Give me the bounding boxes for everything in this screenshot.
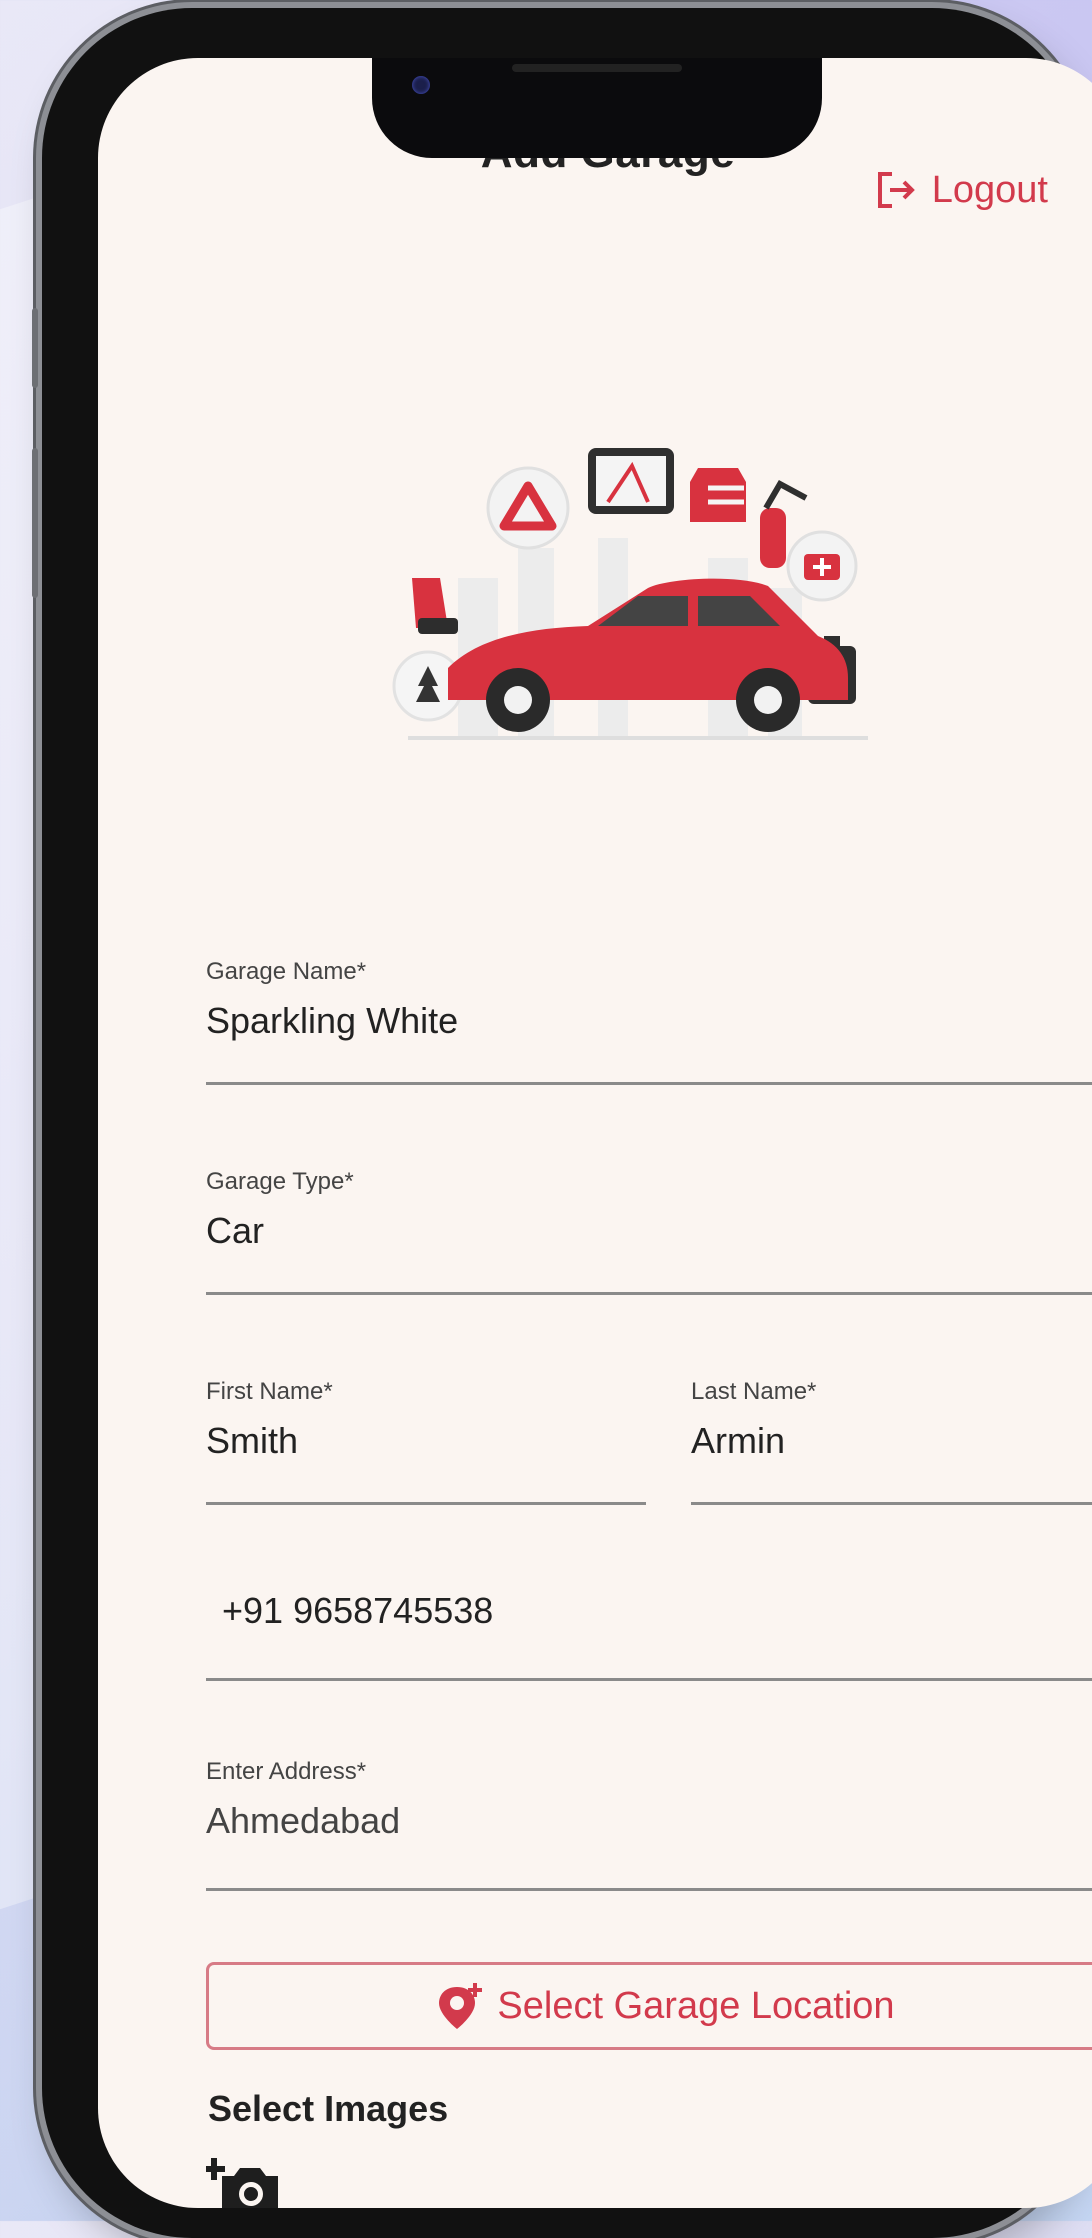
- app-screen: Add Garage Logout: [98, 58, 1092, 2208]
- phone-notch: [372, 58, 822, 158]
- logout-label: Logout: [931, 168, 1048, 211]
- garage-type-label: Garage Type*: [206, 1168, 354, 1195]
- garage-type-field[interactable]: Garage Type* Car: [206, 1168, 1092, 1295]
- address-field[interactable]: Enter Address* Ahmedabad: [206, 1758, 1092, 1891]
- first-name-field[interactable]: First Name* Smith: [206, 1378, 646, 1505]
- garage-name-field[interactable]: Garage Name* Sparkling White: [206, 958, 1092, 1085]
- logout-button[interactable]: Logout: [874, 168, 1048, 212]
- phone-frame: Add Garage Logout: [32, 8, 1092, 2238]
- first-name-value: Smith: [206, 1420, 299, 1461]
- address-value: Ahmedabad: [206, 1800, 401, 1841]
- logout-icon: [877, 172, 915, 208]
- address-label: Enter Address*: [206, 1758, 367, 1785]
- front-camera: [412, 76, 430, 94]
- speaker-grille: [512, 64, 682, 72]
- add-camera-icon[interactable]: [206, 2154, 286, 2208]
- last-name-label: Last Name*: [691, 1378, 817, 1405]
- garage-name-value: Sparkling White: [206, 1000, 459, 1041]
- last-name-value: Armin: [691, 1420, 786, 1461]
- add-location-icon: [439, 1983, 483, 2029]
- phone-field[interactable]: +91 9658745538: [206, 1568, 1092, 1681]
- garage-name-label: Garage Name*: [206, 958, 367, 985]
- car-accessories-illustration: [392, 448, 868, 740]
- select-garage-location-label: Select Garage Location: [497, 1984, 895, 2027]
- select-garage-location-button[interactable]: Select Garage Location: [206, 1962, 1092, 2050]
- last-name-field[interactable]: Last Name* Armin: [691, 1378, 1092, 1505]
- volume-button: [32, 448, 38, 598]
- side-button: [32, 308, 38, 388]
- select-images-label: Select Images: [208, 2088, 449, 2129]
- first-name-label: First Name*: [206, 1378, 333, 1405]
- phone-value: +91 9658745538: [222, 1590, 494, 1631]
- garage-type-value: Car: [206, 1210, 265, 1251]
